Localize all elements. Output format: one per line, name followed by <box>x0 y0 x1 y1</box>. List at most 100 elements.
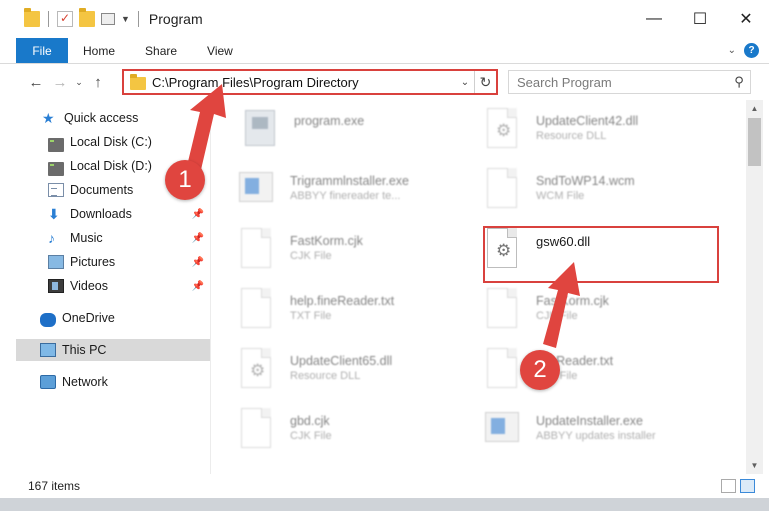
file-item[interactable]: FastKorm.cjk CJK File <box>484 286 720 334</box>
sidebar-item-label: Network <box>62 375 108 389</box>
search-input[interactable] <box>517 74 728 90</box>
sidebar-item-quick-access[interactable]: ★ Quick access <box>16 107 210 129</box>
file-name: gbd.cjk <box>290 414 330 428</box>
tab-home[interactable]: Home <box>68 38 130 63</box>
sidebar-item-pictures[interactable]: Pictures 📌 <box>16 251 210 273</box>
file-name: SndToWP14.wcm <box>536 174 635 188</box>
sidebar-item-onedrive[interactable]: OneDrive <box>16 307 210 329</box>
file-type: CJK File <box>290 430 332 442</box>
file-name: program.exe <box>294 114 365 128</box>
items-count: 167 items <box>28 479 81 493</box>
file-item[interactable]: gbd.cjk CJK File <box>238 406 474 454</box>
star-icon: ★ <box>42 110 55 126</box>
file-name: help.fineReader.txt <box>290 294 395 308</box>
status-bar: 167 items <box>0 474 769 498</box>
pane-divider[interactable] <box>210 100 211 474</box>
pin-icon: 📌 <box>191 280 204 292</box>
file-name: FastKorm.cjk <box>290 234 363 248</box>
file-name: UpdateClient42.dll <box>536 114 639 128</box>
up-button[interactable]: ↑ <box>86 74 110 91</box>
network-icon <box>40 375 56 389</box>
file-list: program.exe UpdateClient42.dll Resource D… <box>212 100 746 474</box>
file-item[interactable]: FastKorm.cjk CJK File <box>238 226 474 274</box>
file-name: Trigrammlnstaller.exe <box>290 174 410 188</box>
divider <box>137 11 139 27</box>
help-icon[interactable]: ? <box>744 43 759 58</box>
file-type: ABBYY finereader te... <box>290 190 401 202</box>
tab-file[interactable]: File <box>16 38 68 63</box>
file-icon <box>241 408 271 448</box>
close-button[interactable]: ✕ <box>723 0 769 38</box>
file-name: FastKorm.cjk <box>536 294 609 308</box>
refresh-button[interactable]: ↻ <box>474 71 496 93</box>
large-icons-view-icon[interactable] <box>740 479 755 493</box>
file-item[interactable]: UpdateClient65.dll Resource DLL <box>238 346 474 394</box>
file-name: UpdateClient65.dll <box>290 354 393 368</box>
pin-icon: 📌 <box>191 208 204 220</box>
file-item[interactable]: program.exe <box>242 106 478 154</box>
quick-access-toolbar: ▼ <box>0 0 141 38</box>
expand-ribbon-icon[interactable]: ⌄ <box>728 45 736 56</box>
disk-icon <box>48 138 64 152</box>
file-item[interactable]: SndToWP14.wcm WCM File <box>484 166 720 214</box>
details-view-icon[interactable] <box>721 479 736 493</box>
address-bar[interactable]: C:\Program Files\Program Directory ⌄ ↻ <box>122 69 498 95</box>
address-path[interactable]: C:\Program Files\Program Directory <box>152 75 456 90</box>
forward-button[interactable]: → <box>48 74 72 91</box>
qat-dropdown-icon[interactable]: ▼ <box>121 14 130 24</box>
sidebar-item-label: Documents <box>70 183 134 197</box>
file-icon <box>241 288 271 328</box>
tab-share[interactable]: Share <box>130 38 192 63</box>
downloads-icon: ⬇ <box>48 206 60 222</box>
minimize-icon: — <box>646 10 662 27</box>
file-icon <box>241 228 271 268</box>
search-box[interactable]: ⚲ <box>508 70 751 94</box>
ribbon-tabs: File Home Share View ⌄ ? <box>0 38 769 64</box>
file-type: Resource DLL <box>536 130 607 142</box>
file-type: Resource DLL <box>290 370 361 382</box>
sidebar-item-downloads[interactable]: ⬇ Downloads 📌 <box>16 203 210 225</box>
file-item[interactable]: UpdateInstaller.exe ABBYY updates install… <box>484 406 720 454</box>
dll-icon <box>241 348 271 388</box>
sidebar-item-this-pc[interactable]: This PC <box>16 339 210 361</box>
file-icon <box>487 288 517 328</box>
scroll-down-icon[interactable]: ▼ <box>746 457 763 474</box>
file-type: CJK File <box>290 250 332 262</box>
sidebar-item-videos[interactable]: Videos 📌 <box>16 275 210 297</box>
scroll-thumb[interactable] <box>748 118 761 166</box>
pc-icon <box>40 343 56 357</box>
app-icon <box>485 412 519 442</box>
documents-icon <box>48 183 64 197</box>
sidebar-item-music[interactable]: ♪ Music 📌 <box>16 227 210 249</box>
tab-view[interactable]: View <box>192 38 248 63</box>
sidebar-item-label: Quick access <box>64 111 139 125</box>
sidebar-item-label: Videos <box>70 279 108 293</box>
file-item[interactable]: UpdateClient42.dll Resource DLL <box>484 106 720 154</box>
videos-icon <box>48 279 64 293</box>
sidebar-item-label: Music <box>70 231 103 245</box>
vertical-scrollbar[interactable]: ▲ ▼ <box>746 100 763 474</box>
sidebar-item-label: Local Disk (D:) <box>70 159 152 173</box>
step-2-badge: 2 <box>520 350 560 390</box>
search-icon[interactable]: ⚲ <box>728 74 750 90</box>
back-button[interactable]: ← <box>24 74 48 91</box>
recent-locations-icon[interactable]: ⌄ <box>72 77 86 88</box>
sidebar-item-local-disk-c[interactable]: Local Disk (C:) <box>16 131 210 153</box>
file-highlight-box <box>483 226 719 283</box>
new-folder-icon[interactable] <box>79 8 95 27</box>
file-item[interactable]: Trigrammlnstaller.exe ABBYY finereader te… <box>238 166 474 214</box>
address-dropdown-icon[interactable]: ⌄ <box>456 77 474 88</box>
step-1-badge: 1 <box>165 160 205 200</box>
scroll-up-icon[interactable]: ▲ <box>746 100 763 117</box>
title-bar: ▼ Program — ☐ ✕ <box>0 0 769 38</box>
file-type: ABBYY updates installer <box>536 430 656 442</box>
folder-icon <box>24 8 40 27</box>
file-item[interactable]: help.fineReader.txt TXT File <box>238 286 474 334</box>
file-icon <box>487 348 517 388</box>
maximize-button[interactable]: ☐ <box>677 0 723 38</box>
file-name: UpdateInstaller.exe <box>536 414 644 428</box>
minimize-button[interactable]: — <box>631 0 677 38</box>
customize-icon[interactable] <box>101 13 115 25</box>
sidebar-item-network[interactable]: Network <box>16 371 210 393</box>
properties-icon[interactable] <box>57 11 73 27</box>
